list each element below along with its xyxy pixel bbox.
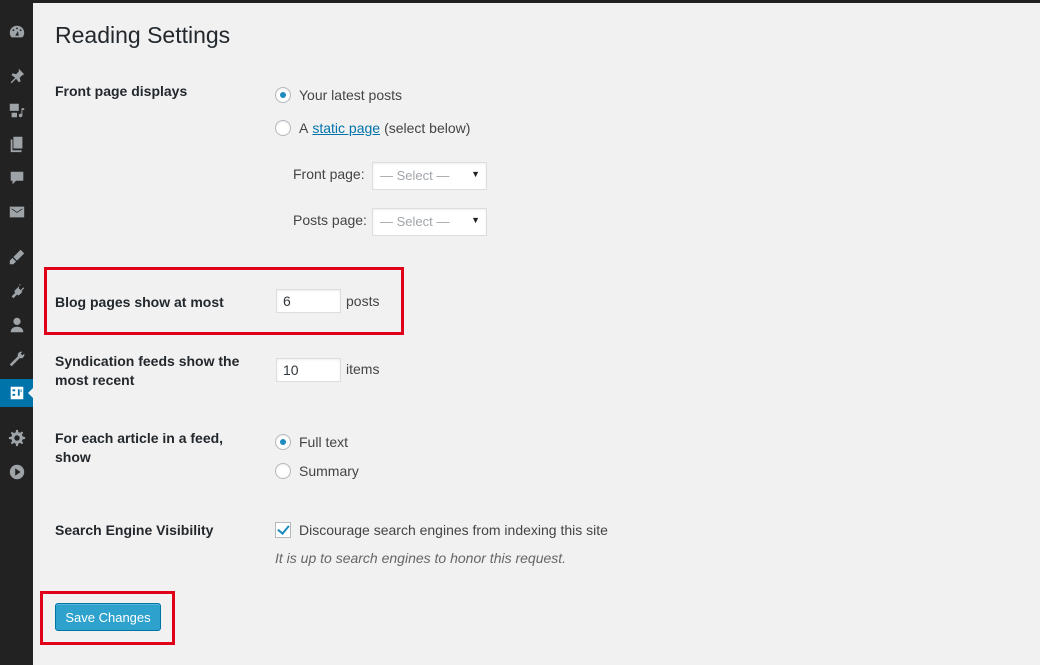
users-icon[interactable]: [0, 311, 33, 339]
mail-icon[interactable]: [0, 198, 33, 226]
front-page-select-label: Front page:: [293, 166, 365, 182]
syndication-suffix: items: [346, 361, 380, 377]
save-changes-button[interactable]: Save Changes: [55, 603, 161, 631]
gear-icon[interactable]: [0, 424, 33, 452]
full-text-option[interactable]: Full text: [275, 432, 348, 452]
dropdown-arrow-icon: ▼: [471, 169, 480, 179]
dashboard-icon[interactable]: [0, 18, 33, 46]
blog-pages-suffix: posts: [346, 293, 380, 309]
pin-icon[interactable]: [0, 62, 33, 90]
tools-icon[interactable]: [0, 345, 33, 373]
full-text-radio[interactable]: [275, 434, 291, 450]
pages-icon[interactable]: [0, 130, 33, 158]
discourage-checkbox[interactable]: [275, 522, 291, 538]
latest-posts-option[interactable]: Your latest posts: [275, 85, 402, 105]
static-page-suffix: (select below): [384, 120, 471, 136]
admin-top-bar: [0, 0, 1040, 3]
admin-sidebar: [0, 0, 34, 665]
play-icon[interactable]: [0, 458, 33, 486]
front-page-displays-label: Front page displays: [55, 83, 188, 99]
summary-option[interactable]: Summary: [275, 461, 359, 481]
posts-page-select-label: Posts page:: [293, 212, 367, 228]
syndication-input[interactable]: 10: [276, 358, 341, 382]
syndication-label: Syndication feeds show the most recent: [55, 353, 240, 388]
summary-radio[interactable]: [275, 463, 291, 479]
discourage-option[interactable]: Discourage search engines from indexing …: [275, 520, 608, 540]
appearance-icon[interactable]: [0, 243, 33, 271]
static-page-link[interactable]: static page: [312, 120, 380, 136]
static-page-prefix: A: [299, 120, 309, 136]
plugins-icon[interactable]: [0, 277, 33, 305]
feed-article-label: For each article in a feed, show: [55, 430, 224, 465]
comments-icon[interactable]: [0, 164, 33, 192]
blog-pages-input[interactable]: 6: [276, 289, 341, 313]
visibility-label: Search Engine Visibility: [55, 522, 214, 538]
discourage-label: Discourage search engines from indexing …: [299, 522, 608, 538]
media-icon[interactable]: [0, 96, 33, 124]
static-page-radio[interactable]: [275, 120, 291, 136]
front-page-select[interactable]: — Select — ▼: [372, 162, 487, 190]
posts-page-select[interactable]: — Select — ▼: [372, 208, 487, 236]
front-page-select-value: — Select —: [380, 168, 450, 183]
page-title: Reading Settings: [55, 22, 231, 48]
blog-pages-label: Blog pages show at most: [55, 294, 224, 310]
dropdown-arrow-icon: ▼: [471, 215, 480, 225]
settings-icon[interactable]: [0, 379, 34, 407]
posts-page-select-value: — Select —: [380, 214, 450, 229]
latest-posts-label: Your latest posts: [299, 87, 402, 103]
summary-label: Summary: [299, 463, 359, 479]
static-page-option[interactable]: A static page (select below): [275, 118, 470, 138]
visibility-description: It is up to search engines to honor this…: [275, 550, 567, 566]
full-text-label: Full text: [299, 434, 349, 450]
latest-posts-radio[interactable]: [275, 87, 291, 103]
